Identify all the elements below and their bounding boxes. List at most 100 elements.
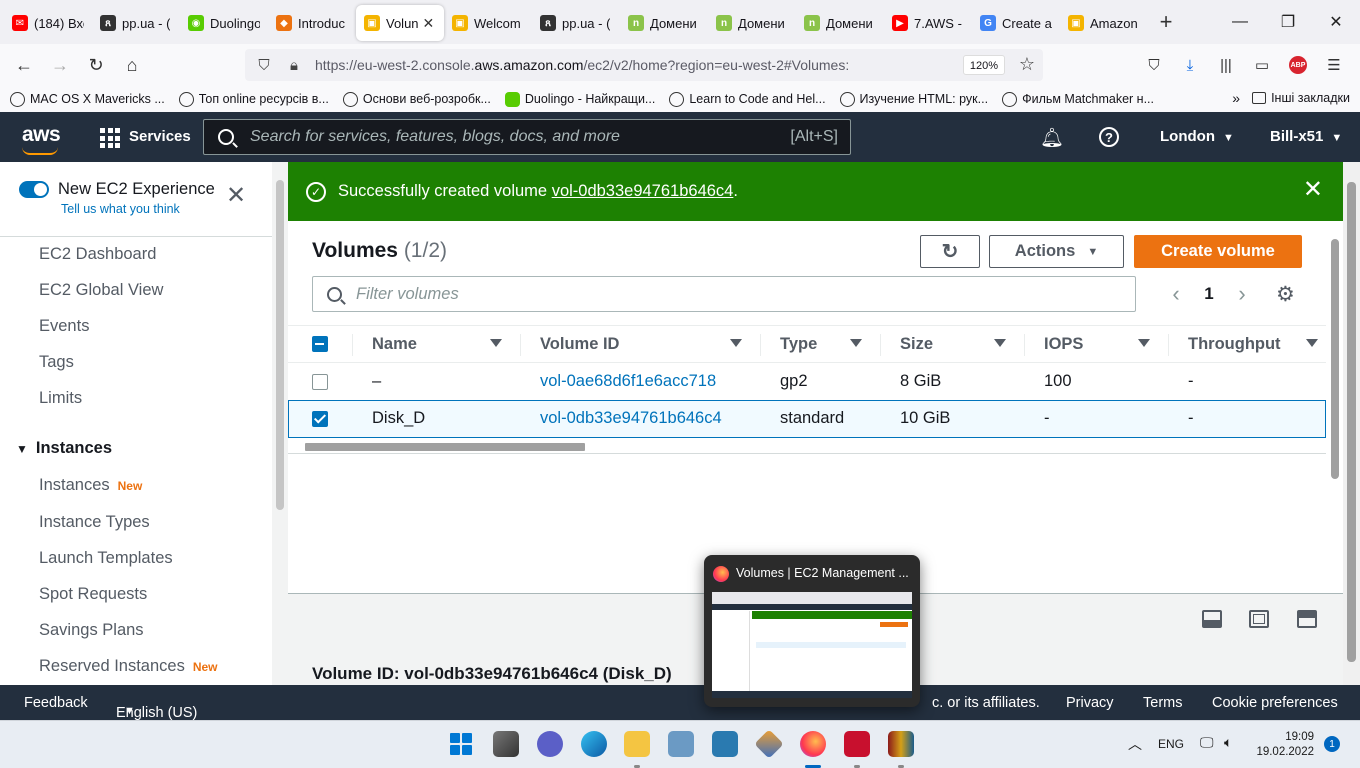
feedback-link[interactable]: Feedback — [24, 695, 88, 711]
bell-icon[interactable]: 🔔︎ — [1040, 126, 1064, 150]
feedback-link[interactable]: Tell us what you think — [61, 202, 215, 216]
preview-thumbnail[interactable] — [712, 592, 912, 698]
sort-icon[interactable] — [1306, 339, 1318, 347]
chevron-left-icon[interactable]: ‹ — [1164, 281, 1188, 307]
create-volume-button[interactable]: Create volume — [1134, 235, 1302, 268]
library-icon[interactable]: ||| — [1208, 49, 1244, 81]
filter-input[interactable] — [356, 284, 1116, 304]
browser-tab[interactable]: ▣ Amazon — [1060, 5, 1148, 41]
browser-tab[interactable]: n Домени — [620, 5, 708, 41]
table-row[interactable]: – vol-0ae68d6f1e6acc718 gp2 8 GiB 100 - — [288, 363, 1326, 401]
chevron-right-icon[interactable]: » — [1232, 90, 1240, 106]
new-experience-toggle[interactable] — [19, 181, 49, 198]
sort-icon[interactable] — [1138, 339, 1150, 347]
column-header-type[interactable]: Type — [780, 335, 817, 354]
lock-icon[interactable]: 🔒︎ — [283, 57, 305, 74]
photos-icon[interactable] — [668, 731, 694, 757]
new-tab-button[interactable]: + — [1148, 9, 1184, 35]
privacy-link[interactable]: Privacy — [1066, 695, 1114, 711]
notification-badge[interactable]: 1 — [1324, 736, 1340, 752]
browser-tab[interactable]: ✉ (184) Вхо — [4, 5, 92, 41]
reload-button[interactable]: ↻ — [78, 49, 114, 81]
column-header-throughput[interactable]: Throughput — [1188, 335, 1281, 354]
sort-icon[interactable] — [490, 339, 502, 347]
created-volume-link[interactable]: vol-0db33e94761b646c4 — [552, 182, 734, 200]
split-full-icon[interactable] — [1297, 610, 1317, 628]
task-view-icon[interactable] — [493, 731, 519, 757]
network-icon[interactable]: 🖵︎ — [1200, 734, 1214, 751]
column-header-volume-id[interactable]: Volume ID — [540, 335, 619, 354]
cell-volume-id[interactable]: vol-0db33e94761b646c4 — [540, 409, 722, 428]
close-tab-icon[interactable]: ✕ — [423, 15, 435, 32]
sidebar-item-savings-plans[interactable]: Savings Plans — [39, 621, 144, 640]
aws-search-input[interactable] — [250, 128, 770, 146]
split-bottom-icon[interactable] — [1202, 610, 1222, 628]
volume-icon[interactable]: 🔈︎ — [1224, 734, 1232, 751]
file-explorer-icon[interactable] — [624, 731, 650, 757]
split-side-icon[interactable] — [1249, 610, 1269, 628]
cell-volume-id[interactable]: vol-0ae68d6f1e6acc718 — [540, 372, 716, 391]
terms-link[interactable]: Terms — [1143, 695, 1182, 711]
edge-icon[interactable] — [581, 731, 607, 757]
grid-icon[interactable] — [100, 128, 120, 148]
bookmark-item[interactable]: Основи веб-розробк... — [342, 91, 491, 107]
sidebar-item-spot-requests[interactable]: Spot Requests — [39, 585, 147, 604]
bookmark-item[interactable]: MAC OS X Mavericks ... — [10, 91, 165, 107]
zoom-level[interactable]: 120% — [962, 55, 1005, 75]
sidebar-item-ec2-dashboard[interactable]: EC2 Dashboard — [39, 245, 156, 264]
browser-tab[interactable]: ጸ pp.ua - ( — [532, 5, 620, 41]
forward-button[interactable]: → — [42, 49, 78, 81]
home-button[interactable]: ⌂ — [114, 49, 150, 81]
input-language[interactable]: ENG — [1158, 737, 1184, 751]
row-checkbox[interactable] — [312, 374, 328, 390]
sort-icon[interactable] — [850, 339, 862, 347]
sidebar-item-tags[interactable]: Tags — [39, 353, 74, 372]
bookmark-item[interactable]: Изучение HTML: рук... — [839, 91, 988, 107]
browser-tab[interactable]: ▣ Volun ✕ — [356, 5, 444, 41]
address-bar[interactable]: ⛉ 🔒︎ https://eu-west-2.console.aws.amazo… — [245, 49, 1043, 81]
windows-start-icon[interactable] — [450, 733, 472, 755]
bookmark-item[interactable]: Топ online ресурсів в... — [178, 91, 329, 107]
row-checkbox[interactable] — [312, 411, 328, 427]
browser-tab[interactable]: n Домени — [796, 5, 884, 41]
table-horizontal-scrollbar[interactable] — [288, 440, 1326, 454]
column-header-size[interactable]: Size — [900, 335, 933, 354]
git-app-icon[interactable] — [754, 729, 784, 759]
chevron-right-icon[interactable]: › — [1230, 281, 1254, 307]
close-icon[interactable]: ✕ — [1303, 178, 1323, 202]
browser-tab[interactable]: ◆ Introduc — [268, 5, 356, 41]
chat-icon[interactable] — [537, 731, 563, 757]
select-all-checkbox[interactable] — [312, 336, 328, 352]
browser-tab[interactable]: ▶ 7.AWS - — [884, 5, 972, 41]
services-menu[interactable]: Services — [129, 128, 191, 145]
downloads-icon[interactable]: ⤓ — [1172, 49, 1208, 81]
cookie-preferences-link[interactable]: Cookie preferences — [1212, 695, 1338, 711]
url-text[interactable]: https://eu-west-2.console.aws.amazon.com… — [315, 57, 849, 73]
browser-tab[interactable]: ጸ pp.ua - ( — [92, 5, 180, 41]
table-row[interactable]: Disk_D vol-0db33e94761b646c4 standard 10… — [288, 400, 1326, 438]
menu-icon[interactable]: ☰ — [1316, 49, 1352, 81]
sidebar-item-instance-types[interactable]: Instance Types — [39, 513, 150, 532]
bookmark-star-icon[interactable]: ☆ — [1019, 54, 1035, 75]
tray-chevron-icon[interactable]: ︿ — [1128, 734, 1142, 754]
browser-tab[interactable]: ▣ Welcom — [444, 5, 532, 41]
bookmark-item[interactable]: Learn to Code and Hel... — [669, 91, 826, 107]
firefox-taskbar-icon[interactable] — [800, 731, 826, 757]
sort-icon[interactable] — [730, 339, 742, 347]
sidebar-scrollbar[interactable] — [272, 162, 288, 685]
pocket-icon[interactable]: ⛉ — [1136, 49, 1172, 81]
sidebar-item-reserved-instances[interactable]: Reserved Instances New — [39, 657, 218, 676]
refresh-button[interactable]: ↻ — [920, 235, 980, 268]
aws-search[interactable]: [Alt+S] — [203, 119, 851, 155]
other-bookmarks[interactable]: Інші закладки — [1271, 91, 1350, 105]
gear-icon[interactable]: ⚙ — [1276, 282, 1295, 307]
browser-tab[interactable]: ◉ Duolingo — [180, 5, 268, 41]
sidebar-item-ec2-global-view[interactable]: EC2 Global View — [39, 281, 163, 300]
sidebar-section-instances[interactable]: ▼ Instances — [16, 439, 112, 458]
winrar-icon[interactable] — [888, 731, 914, 757]
sort-icon[interactable] — [994, 339, 1006, 347]
region-selector[interactable]: London ▼ — [1160, 128, 1234, 145]
filter-box[interactable] — [312, 276, 1136, 312]
sidebar-item-launch-templates[interactable]: Launch Templates — [39, 549, 173, 568]
help-icon[interactable]: ? — [1099, 127, 1119, 147]
